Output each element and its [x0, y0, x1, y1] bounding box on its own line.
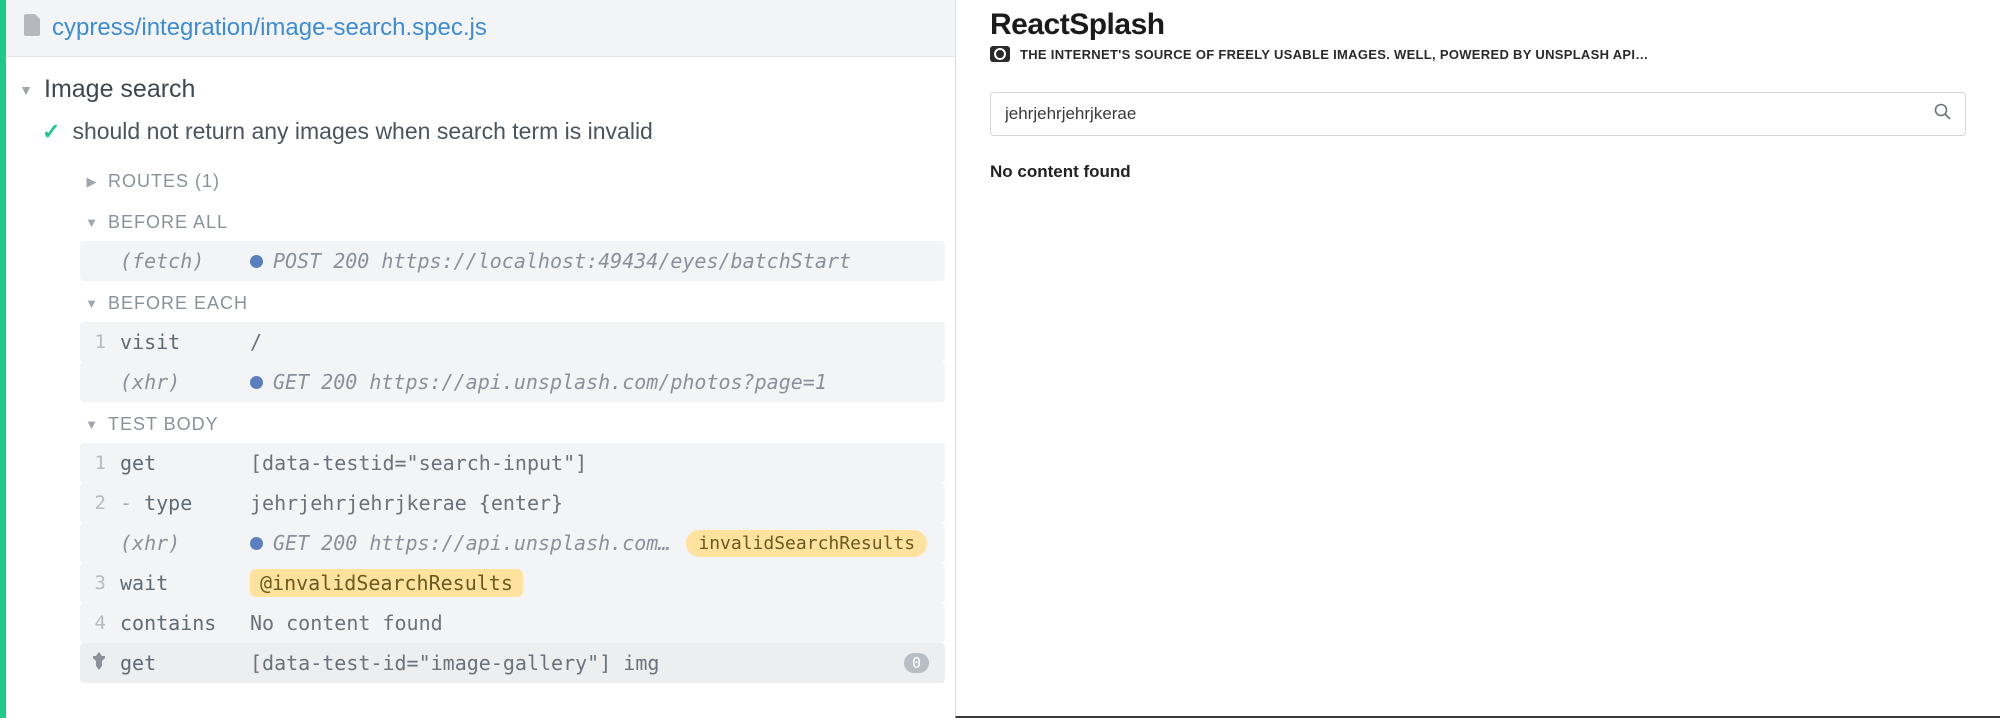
command-message: jehrjehrjehrjkerae {enter} — [250, 491, 935, 515]
command-name: contains — [120, 611, 250, 635]
command-message: GET 200 https://api.unsplash.com/photos?… — [250, 370, 935, 394]
command-row[interactable]: (fetch) POST 200 https://localhost:49434… — [80, 241, 945, 281]
command-number: 4 — [80, 612, 120, 634]
camera-icon — [990, 46, 1010, 62]
command-name: (fetch) — [120, 249, 250, 273]
caret-down-icon: ▼ — [84, 417, 100, 432]
search-input[interactable] — [1005, 104, 1934, 124]
test-body-header[interactable]: ▼ TEST BODY — [56, 402, 955, 443]
command-row[interactable]: 4 contains No content found — [80, 603, 945, 643]
command-message: [data-testid="search-input"] — [250, 451, 935, 475]
before-each-header[interactable]: ▼ BEFORE EACH — [56, 281, 955, 322]
alias-pill: invalidSearchResults — [686, 530, 927, 557]
pin-icon — [80, 652, 120, 675]
alias-reference: @invalidSearchResults — [250, 569, 523, 597]
command-name: (xhr) — [120, 370, 250, 394]
caret-down-icon: ▼ — [84, 215, 100, 230]
command-message: GET 200 https://api.unsplash.com… invali… — [250, 530, 935, 557]
command-row[interactable]: 3 wait @invalidSearchResults — [80, 563, 945, 603]
no-content-message: No content found — [990, 162, 1966, 182]
search-icon[interactable] — [1934, 103, 1951, 125]
test-title: should not return any images when search… — [72, 118, 652, 145]
test-body-label: TEST BODY — [108, 414, 219, 435]
command-name: get — [120, 451, 250, 475]
caret-down-icon: ▼ — [18, 82, 34, 98]
command-row[interactable]: (xhr) GET 200 https://api.unsplash.com/p… — [80, 362, 945, 402]
command-message: POST 200 https://localhost:49434/eyes/ba… — [250, 249, 935, 273]
command-name: type — [120, 491, 250, 515]
command-message: @invalidSearchResults — [250, 569, 935, 597]
command-row[interactable]: 1 visit / — [80, 322, 945, 362]
before-all-header[interactable]: ▼ BEFORE ALL — [56, 200, 955, 241]
command-row-pinned[interactable]: get [data-test-id="image-gallery"] img 0 — [80, 643, 945, 683]
before-all-label: BEFORE ALL — [108, 212, 228, 233]
command-message: / — [250, 330, 935, 354]
command-row[interactable]: 2 type jehrjehrjehrjkerae {enter} — [80, 483, 945, 523]
file-icon — [24, 14, 42, 42]
xhr-dot-icon — [250, 537, 263, 550]
command-message: [data-test-id="image-gallery"] img — [250, 651, 904, 675]
command-row[interactable]: 1 get [data-testid="search-input"] — [80, 443, 945, 483]
check-icon: ✓ — [42, 119, 60, 145]
routes-section-header[interactable]: ▶ ROUTES (1) — [56, 159, 955, 200]
describe-title: Image search — [44, 75, 195, 104]
test-row[interactable]: ✓ should not return any images when sear… — [18, 110, 955, 151]
search-wrapper[interactable] — [990, 92, 1966, 136]
before-each-label: BEFORE EACH — [108, 293, 248, 314]
caret-right-icon: ▶ — [84, 174, 100, 190]
app-preview: ReactSplash THE INTERNET'S SOURCE OF FRE… — [955, 0, 2000, 718]
routes-label: ROUTES (1) — [108, 171, 220, 192]
xhr-dot-icon — [250, 376, 263, 389]
caret-down-icon: ▼ — [84, 296, 100, 311]
command-number: 2 — [80, 492, 120, 514]
command-name: visit — [120, 330, 250, 354]
app-tagline: THE INTERNET'S SOURCE OF FREELY USABLE I… — [1020, 47, 1649, 62]
command-name: get — [120, 651, 250, 675]
describe-row[interactable]: ▼ Image search — [18, 67, 955, 110]
command-number: 1 — [80, 452, 120, 474]
element-count-badge: 0 — [904, 653, 929, 673]
command-name: wait — [120, 571, 250, 595]
spec-file-path[interactable]: cypress/integration/image-search.spec.js — [52, 14, 487, 42]
cypress-reporter: cypress/integration/image-search.spec.js… — [0, 0, 955, 718]
command-name: (xhr) — [120, 531, 250, 555]
command-number: 1 — [80, 331, 120, 353]
command-message: No content found — [250, 611, 935, 635]
command-row[interactable]: (xhr) GET 200 https://api.unsplash.com… … — [80, 523, 945, 563]
xhr-dot-icon — [250, 255, 263, 268]
app-title: ReactSplash — [990, 8, 1966, 42]
spec-file-header[interactable]: cypress/integration/image-search.spec.js — [6, 0, 955, 57]
command-number: 3 — [80, 572, 120, 594]
